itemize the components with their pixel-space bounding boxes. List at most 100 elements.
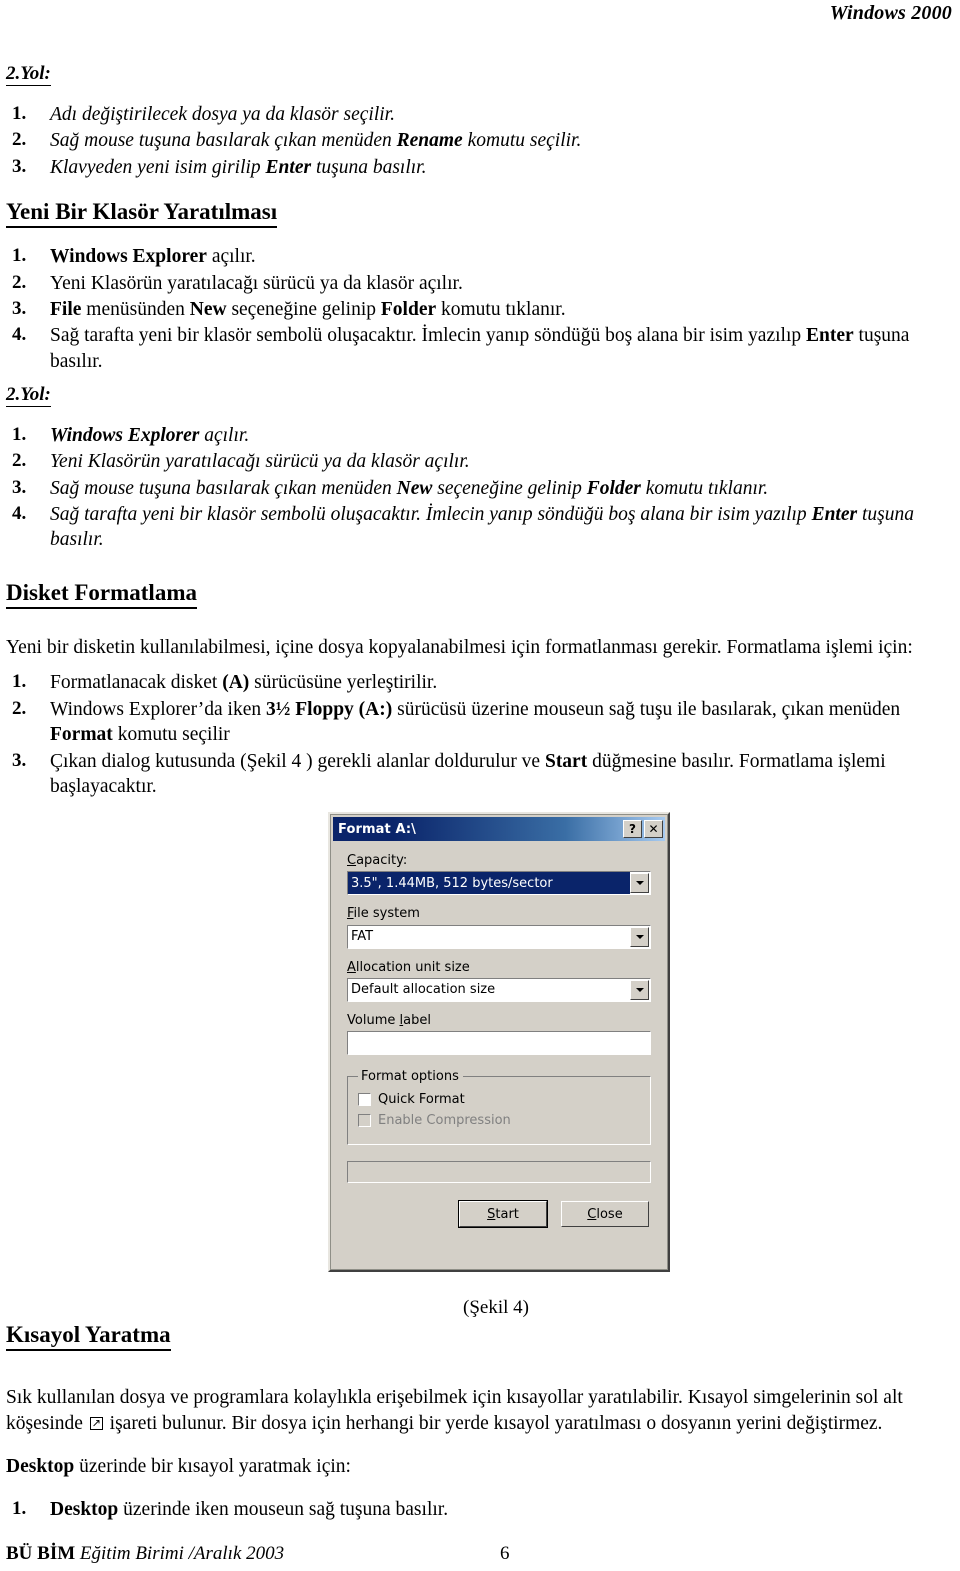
document-content: 2.Yol: 1. Adı değiştirilecek dosya ya da … (6, 63, 954, 800)
page-footer: BÜ BİM Eğitim Birimi /Aralık 2003 6 (6, 1543, 954, 1565)
list-item-number: 1. (12, 102, 27, 124)
quick-format-label: Quick Format (378, 1092, 465, 1108)
footer-unit: Eğitim Birimi /Aralık 2003 (75, 1543, 285, 1564)
list-item: 3. Klavyeden yeni isim girilip Enter tuşu… (6, 155, 954, 180)
list-item-text: Sağ tarafta yeni bir klasör sembolü oluş… (50, 504, 914, 551)
list-item-text: Sağ mouse tuşuna basılarak çıkan menüden… (50, 477, 769, 499)
steps-new-folder: 1. Windows Explorer açılır. 2. Yeni Klasörü… (6, 244, 954, 374)
file-system-value: FAT (351, 929, 374, 945)
capacity-value: 3.5", 1.44MB, 512 bytes/sector (348, 872, 630, 895)
heading-new-folder-wrap: Yeni Bir Klasör Yaratılması (6, 199, 954, 234)
list-item: 2. Windows Explorer’da iken 3½ Floppy (A:… (6, 697, 954, 748)
list-item-number: 4. (12, 503, 27, 524)
list-item: 4. Sağ tarafta yeni bir klasör sembolü ol… (6, 323, 954, 374)
close-icon[interactable]: ✕ (644, 820, 663, 838)
list-item: 3. Çıkan dialog kutusunda (Şekil 4 ) gere… (6, 749, 954, 800)
format-dialog[interactable]: Format A:\ ? ✕ Capacity: 3.5", 1.44MB, 5… (328, 812, 670, 1272)
desktop-intro-paragraph: Desktop üzerinde bir kısayol yaratmak iç… (6, 1454, 954, 1479)
list-item: 1. Desktop üzerinde iken mouseun sağ tuşu… (6, 1497, 954, 1522)
heading-disket-formatlama: Disket Formatlama (6, 580, 197, 610)
list-item-text: Sağ tarafta yeni bir klasör sembolü oluş… (50, 325, 910, 372)
list-item-text: Yeni Klasörün yaratılacağı sürücü ya da … (50, 272, 463, 294)
enable-compression-checkbox (358, 1114, 371, 1128)
format-intro-paragraph: Yeni bir disketin kullanılabilmesi, için… (6, 637, 913, 659)
help-icon[interactable]: ? (623, 820, 642, 838)
list-item-number: 3. (12, 155, 27, 177)
subheading-yol2-bottom-wrap: 2.Yol: (6, 384, 954, 407)
document-page: Windows 2000 2.Yol: 1. Adı değiştirilecek… (0, 0, 960, 1571)
heading-kisayol-yaratma: Kısayol Yaratma (6, 1322, 171, 1352)
figure-caption: (Şekil 4) (463, 1297, 529, 1318)
chevron-down-icon[interactable] (630, 979, 649, 1000)
list-item-text: Klavyeden yeni isim girilip Enter tuşuna… (50, 156, 427, 178)
enable-compression-checkbox-row: Enable Compression (358, 1113, 640, 1128)
footer-organization: BÜ BİM (6, 1543, 76, 1564)
capacity-label-text: apacity: (356, 853, 408, 868)
list-item: 2. Yeni Klasörün yaratılacağı sürücü ya d… (6, 271, 954, 296)
list-item: 1. Windows Explorer açılır. (6, 244, 954, 269)
list-item-text: Windows Explorer açılır. (50, 424, 250, 446)
list-item-text: Sağ mouse tuşuna basılarak çıkan menüden… (50, 130, 582, 152)
list-item-text: Formatlanacak disket (A) sürücüsüne yerl… (50, 672, 438, 694)
format-options-legend: Format options (361, 1069, 459, 1085)
list-item: 1. Adı değiştirilecek dosya ya da klasör … (6, 102, 954, 127)
subheading-yol2-bottom: 2.Yol: (6, 384, 51, 407)
list-item-number: 1. (12, 671, 27, 693)
file-system-combobox[interactable]: FAT (347, 924, 651, 949)
list-item-text: Windows Explorer’da iken 3½ Floppy (A:) … (50, 698, 901, 746)
capacity-combobox[interactable]: 3.5", 1.44MB, 512 bytes/sector (347, 871, 651, 896)
dialog-body: Capacity: 3.5", 1.44MB, 512 bytes/sector… (333, 844, 665, 1267)
chevron-down-icon[interactable] (630, 873, 649, 894)
steps-yol2-top: 1. Adı değiştirilecek dosya ya da klasör … (6, 102, 954, 180)
list-item-text: Desktop üzerinde iken mouseun sağ tuşuna… (50, 1499, 449, 1521)
desktop-intro-bold: Desktop (6, 1456, 75, 1478)
format-progress-bar (347, 1161, 651, 1184)
volume-label-input[interactable] (347, 1031, 651, 1056)
heading-kisayol-yaratma-wrap: Kısayol Yaratma (6, 1322, 954, 1357)
list-item-number: 2. (12, 450, 27, 472)
document-content-lower: Kısayol Yaratma Sık kullanılan dosya ve … (6, 1322, 954, 1524)
allocation-unit-size-combobox[interactable]: Default allocation size (347, 977, 651, 1002)
steps-yol2-bottom: 1. Windows Explorer açılır. 2. Yeni Klasörü… (6, 423, 954, 553)
list-item: 1. Windows Explorer açılır. (6, 423, 954, 448)
quick-format-checkbox-row[interactable]: Quick Format (358, 1092, 640, 1107)
shortcut-para-after: işareti bulunur. Bir dosya için herhangi… (109, 1412, 883, 1434)
list-item: 1. Formatlanacak disket (A) sürücüsüne ye… (6, 670, 954, 695)
steps-disket-formatlama: 1. Formatlanacak disket (A) sürücüsüne ye… (6, 670, 954, 799)
dialog-titlebar[interactable]: Format A:\ ? ✕ (333, 817, 665, 841)
list-item: 3. Sağ mouse tuşuna basılarak çıkan menüd… (6, 476, 954, 501)
list-item-text: Yeni Klasörün yaratılacağı sürücü ya da … (50, 451, 470, 473)
dialog-title: Format A:\ (338, 821, 417, 837)
list-item-text: Windows Explorer açılır. (50, 246, 256, 268)
file-system-label: File system (347, 906, 420, 922)
start-button[interactable]: Start (458, 1200, 548, 1229)
enable-compression-label: Enable Compression (378, 1113, 511, 1129)
steps-kisayol-yaratma: 1. Desktop üzerinde iken mouseun sağ tuşu… (6, 1497, 954, 1522)
running-head: Windows 2000 (829, 2, 952, 24)
list-item-number: 3. (12, 749, 27, 771)
shortcut-paragraph: Sık kullanılan dosya ve programlara kola… (6, 1385, 954, 1436)
close-button[interactable]: Close (561, 1201, 649, 1228)
page-number: 6 (500, 1543, 510, 1564)
list-item-number: 3. (12, 476, 27, 498)
list-item-number: 2. (12, 271, 27, 293)
subheading-yol2-top-wrap: 2.Yol: (6, 63, 954, 86)
chevron-down-icon[interactable] (630, 926, 649, 947)
list-item: 2. Yeni Klasörün yaratılacağı sürücü ya d… (6, 449, 954, 474)
list-item-number: 2. (12, 129, 27, 151)
list-item-text: Çıkan dialog kutusunda (Şekil 4 ) gerekl… (50, 750, 886, 797)
dialog-button-row: Start Close (347, 1200, 651, 1229)
list-item-number: 2. (12, 697, 27, 719)
heading-disket-formatlama-wrap: Disket Formatlama (6, 580, 954, 615)
shortcut-arrow-icon (89, 1416, 103, 1430)
capacity-label: Capacity: (347, 853, 408, 868)
list-item-text: File menüsünden New seçeneğine gelinip F… (50, 299, 566, 321)
list-item-number: 4. (12, 324, 27, 346)
list-item-number: 3. (12, 298, 27, 320)
heading-new-folder: Yeni Bir Klasör Yaratılması (6, 199, 278, 229)
list-item-number: 1. (12, 423, 27, 445)
format-options-group: Format options Quick Format Enable Compr… (347, 1069, 651, 1146)
allocation-unit-size-value: Default allocation size (351, 982, 496, 998)
quick-format-checkbox[interactable] (358, 1093, 371, 1107)
list-item-text: Adı değiştirilecek dosya ya da klasör se… (50, 103, 395, 125)
